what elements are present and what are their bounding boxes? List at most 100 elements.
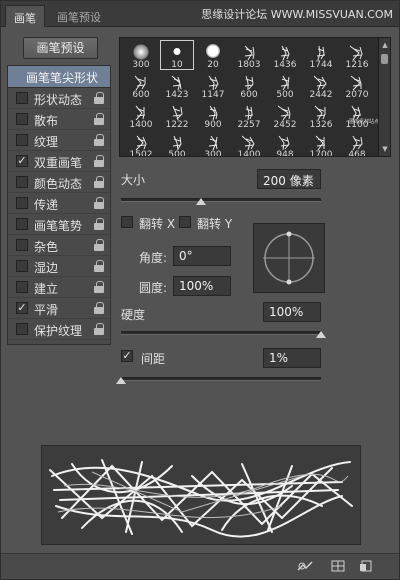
brush-size-label: 10 [171, 60, 183, 70]
lock-icon[interactable] [94, 218, 104, 230]
option-checkbox[interactable] [16, 281, 28, 293]
brush-tip-cell[interactable]: 500 [160, 130, 194, 156]
flip-x-checkbox[interactable] [121, 216, 133, 228]
brush-tip-cell[interactable]: 1100 [340, 100, 374, 130]
brush-option-row[interactable]: 纹理 [8, 130, 110, 151]
lock-icon[interactable] [94, 281, 104, 293]
brush-option-row[interactable]: 画笔笔势 [8, 214, 110, 235]
brush-tip-shape-item[interactable]: 画笔笔尖形状 [8, 66, 110, 88]
brush-option-row[interactable]: 传递 [8, 193, 110, 214]
brush-size-label: 300 [204, 150, 222, 157]
brush-tip-cell[interactable]: 1400 [124, 100, 158, 130]
size-slider-thumb[interactable] [196, 198, 206, 205]
brush-option-row[interactable]: 散布 [8, 109, 110, 130]
tab-brush[interactable]: 画笔 [5, 5, 45, 27]
brush-option-row[interactable]: 建立 [8, 277, 110, 298]
brush-tip-cell[interactable]: 10 [160, 40, 194, 70]
brush-tip-cell[interactable]: 900 [196, 100, 230, 130]
lock-icon[interactable] [94, 155, 104, 167]
lock-icon[interactable] [94, 197, 104, 209]
hardness-field[interactable]: 100% [263, 302, 321, 322]
brush-tip-cell[interactable]: 1216 [340, 40, 374, 70]
option-checkbox[interactable] [16, 218, 28, 230]
size-field[interactable]: 200 像素 [257, 169, 321, 189]
brush-grid-scrollbar[interactable]: ▲ ▼ [378, 38, 390, 156]
option-checkbox[interactable] [16, 92, 28, 104]
brush-tip-cell[interactable]: 1423 [160, 70, 194, 100]
brush-tip-cell[interactable]: 20 [196, 40, 230, 70]
spacing-checkbox[interactable]: ✓ [121, 350, 133, 362]
option-checkbox[interactable] [16, 239, 28, 251]
roundness-field[interactable]: 100% [173, 276, 231, 296]
lock-icon[interactable] [94, 92, 104, 104]
brush-tip-cell[interactable]: 1502 [124, 130, 158, 156]
brush-tip-cell[interactable]: 600 [124, 70, 158, 100]
spacing-slider-thumb[interactable] [116, 377, 126, 384]
brush-option-row[interactable]: 杂色 [8, 235, 110, 256]
brush-option-row[interactable]: 保护纹理 [8, 319, 110, 340]
angle-field[interactable]: 0° [173, 246, 231, 266]
brush-tip-cell[interactable]: 600 [232, 70, 266, 100]
brush-size-label: 600 [132, 90, 150, 100]
brush-size-label: 1147 [201, 90, 225, 100]
lock-icon[interactable] [94, 113, 104, 125]
scroll-thumb[interactable] [381, 54, 388, 64]
option-checkbox[interactable]: ✓ [16, 155, 28, 167]
brush-size-label: 2070 [345, 90, 369, 100]
option-checkbox[interactable] [16, 323, 28, 335]
brush-tip-cell[interactable]: 300 [196, 130, 230, 157]
brush-option-row[interactable]: ✓ 平滑 [8, 298, 110, 319]
option-checkbox[interactable] [16, 260, 28, 272]
brush-tip-thumbnail [133, 44, 149, 60]
scroll-up-icon[interactable]: ▲ [381, 41, 389, 49]
spacing-label: 间距 [141, 352, 166, 366]
brush-option-row[interactable]: 颜色动态 [8, 172, 110, 193]
tab-brush-presets[interactable]: 画笔预设 [49, 5, 109, 27]
lock-icon[interactable] [94, 302, 104, 314]
option-checkbox[interactable] [16, 176, 28, 188]
new-brush-preset-icon[interactable] [359, 560, 373, 572]
brush-tip-cell[interactable]: 1400 [232, 130, 266, 156]
brush-tip-cell[interactable]: 2070 [340, 70, 374, 100]
brush-tip-cell[interactable]: 1436 [268, 40, 302, 70]
flip-y-checkbox[interactable] [179, 216, 191, 228]
angle-roundness-widget[interactable] [253, 223, 325, 293]
option-checkbox[interactable] [16, 134, 28, 146]
brush-tip-cell[interactable]: 300 [124, 40, 158, 70]
toggle-live-tip-icon[interactable] [297, 560, 313, 572]
brush-option-row[interactable]: 湿边 [8, 256, 110, 277]
brush-tip-cell[interactable]: 1147 [196, 70, 230, 100]
spacing-slider-track[interactable] [121, 377, 321, 381]
size-slider-track[interactable] [121, 198, 321, 202]
option-checkbox[interactable]: ✓ [16, 302, 28, 314]
grid-view-icon[interactable] [331, 560, 345, 572]
option-checkbox[interactable] [16, 197, 28, 209]
brush-tip-cell[interactable]: 2257 [232, 100, 266, 130]
brush-tip-cell[interactable]: 500 [268, 70, 302, 100]
brush-tip-cell[interactable]: 948 [268, 130, 302, 156]
brush-tip-cell[interactable]: 1744 [304, 40, 338, 70]
brush-option-row[interactable]: ✓ 双重画笔 [8, 151, 110, 172]
brush-tip-cell[interactable]: 468 [340, 130, 374, 156]
brush-option-row[interactable]: 形状动态 [8, 88, 110, 109]
angle-label: 角度: [139, 251, 168, 265]
hardness-slider-track[interactable] [121, 331, 321, 335]
spacing-field[interactable]: 1% [263, 348, 321, 368]
lock-icon[interactable] [94, 134, 104, 146]
lock-icon[interactable] [94, 260, 104, 272]
option-checkbox[interactable] [16, 113, 28, 125]
lock-icon[interactable] [94, 239, 104, 251]
option-label: 杂色 [34, 240, 59, 254]
brush-size-label: 300 [132, 60, 150, 70]
scroll-down-icon[interactable]: ▼ [381, 145, 389, 153]
hardness-slider-thumb[interactable] [316, 331, 326, 338]
lock-icon[interactable] [94, 323, 104, 335]
brush-tip-cell[interactable]: 1222 [160, 100, 194, 130]
brush-presets-button[interactable]: 画笔预设 [23, 37, 98, 59]
brush-tip-cell[interactable]: 2442 [304, 70, 338, 100]
lock-icon[interactable] [94, 176, 104, 188]
brush-tip-cell[interactable]: 1700 [304, 130, 338, 156]
brush-tip-cell[interactable]: 2452 [268, 100, 302, 130]
brush-tip-cell[interactable]: 1326 [304, 100, 338, 130]
brush-tip-cell[interactable]: 1803 [232, 40, 266, 70]
